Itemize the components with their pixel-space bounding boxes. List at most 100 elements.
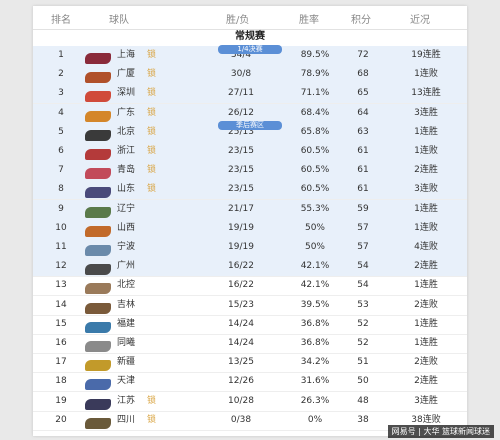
points-cell: 64 bbox=[357, 107, 369, 118]
streak-cell: 2连败 bbox=[414, 357, 438, 368]
team-name: 山东 bbox=[117, 184, 136, 195]
points-cell: 48 bbox=[357, 395, 369, 406]
pct-cell: 42.1% bbox=[300, 261, 330, 272]
record-cell: 14/24 bbox=[228, 338, 254, 348]
table-row[interactable]: 7 青岛锁 23/15 60.5% 61 2连胜 bbox=[33, 161, 467, 182]
streak-cell: 3连胜 bbox=[414, 107, 438, 118]
points-cell: 63 bbox=[357, 126, 369, 137]
record-cell: 30/8 bbox=[230, 69, 252, 80]
rank-cell: 6 bbox=[58, 146, 64, 156]
team-logo-icon bbox=[85, 223, 111, 237]
rank-cell: 5 bbox=[58, 126, 64, 137]
table-row[interactable]: 6 浙江 锁 23/15 60.5% 61 1连败 bbox=[33, 142, 467, 162]
points-cell: 72 bbox=[357, 50, 369, 60]
table-row[interactable]: 11 宁波 19/19 50% 57 4连败 bbox=[33, 238, 467, 258]
header-team: 球队 bbox=[109, 15, 129, 26]
points-cell: 57 bbox=[357, 222, 369, 233]
record-cell: 10/28 bbox=[228, 395, 254, 406]
table-row[interactable]: 14 吉林 15/23 39.5% 53 2连败 bbox=[33, 296, 467, 316]
pct-cell: 55.3% bbox=[300, 203, 330, 214]
divider-playin: 季后赛区 bbox=[218, 121, 282, 130]
pct-cell: 36.8% bbox=[300, 338, 330, 348]
pct-cell: 68.4% bbox=[300, 107, 330, 118]
table-row[interactable]: 9 辽宁 21/17 55.3% 59 1连胜 bbox=[33, 199, 467, 220]
team-logo-icon bbox=[85, 376, 111, 391]
table-row[interactable]: 18 天津 12/26 31.6% 50 2连胜 bbox=[33, 372, 467, 393]
table-row[interactable]: 19 江苏锁 10/28 26.3% 48 3连胜 bbox=[33, 392, 467, 412]
streak-cell: 4连败 bbox=[414, 242, 438, 252]
team-name: 福建 bbox=[117, 318, 136, 329]
table-row[interactable]: 12 广州 16/22 42.1% 54 2连胜 bbox=[33, 257, 467, 278]
pct-cell: 78.9% bbox=[300, 69, 330, 80]
pct-cell: 50% bbox=[304, 222, 325, 233]
table-row[interactable]: 10 山西 19/19 50% 57 1连败 bbox=[33, 218, 467, 239]
record-cell: 14/24 bbox=[228, 318, 254, 329]
header-rank: 排名 bbox=[51, 15, 71, 26]
team-name: 宁波 bbox=[117, 242, 136, 252]
clinched-tag: 锁 bbox=[147, 184, 157, 195]
team-logo-icon bbox=[85, 338, 111, 352]
table-row[interactable]: 13 北控 16/22 42.1% 54 1连胜 bbox=[33, 276, 467, 297]
team-logo-icon bbox=[85, 242, 111, 256]
team-logo-icon bbox=[85, 300, 111, 314]
pct-cell: 36.8% bbox=[300, 318, 330, 329]
rank-cell: 16 bbox=[55, 338, 67, 348]
team-logo-icon bbox=[85, 204, 111, 218]
team-name: 辽宁 bbox=[117, 203, 136, 214]
clinched-tag: 锁 bbox=[147, 146, 157, 156]
rank-cell: 7 bbox=[58, 165, 64, 176]
clinched-tag: 锁 bbox=[147, 395, 157, 406]
team-logo-icon bbox=[85, 261, 111, 276]
rank-cell: 8 bbox=[58, 184, 64, 195]
table-row[interactable]: 2 广厦锁 30/8 78.9% 68 1连败 bbox=[33, 65, 467, 86]
divider-top: 1/4决赛 bbox=[218, 45, 282, 54]
pct-cell: 50% bbox=[304, 242, 325, 252]
points-cell: 61 bbox=[357, 146, 369, 156]
table-row[interactable]: 8 山东锁 23/15 60.5% 61 3连败 bbox=[33, 180, 467, 201]
table-row[interactable]: 3 深圳锁 27/11 71.1% 65 13连胜 bbox=[33, 84, 467, 105]
record-cell: 21/17 bbox=[228, 203, 254, 214]
streak-cell: 1连败 bbox=[414, 69, 438, 80]
clinched-tag: 锁 bbox=[147, 88, 157, 99]
clinched-tag: 锁 bbox=[147, 107, 157, 118]
rank-cell: 3 bbox=[58, 88, 64, 99]
record-cell: 0/38 bbox=[230, 414, 252, 425]
team-logo-icon bbox=[85, 146, 111, 160]
team-logo-icon bbox=[85, 127, 111, 141]
pct-cell: 65.8% bbox=[300, 126, 330, 137]
standings-card: 排名 球队 胜/负 胜率 积分 近况 常规赛 1 上海锁 34/4 89.5% 72 19… bbox=[33, 6, 467, 436]
table-row[interactable]: 17 新疆 13/25 34.2% 51 2连败 bbox=[33, 353, 467, 374]
team-name: 青岛 bbox=[117, 165, 136, 176]
table-row[interactable]: 15 福建 14/24 36.8% 52 1连胜 bbox=[33, 315, 467, 335]
record-cell: 23/15 bbox=[228, 184, 254, 195]
clinched-tag: 锁 bbox=[147, 126, 157, 137]
team-logo-icon bbox=[85, 50, 111, 64]
streak-cell: 38连败 bbox=[411, 414, 441, 425]
points-cell: 52 bbox=[357, 318, 369, 329]
streak-cell: 1连败 bbox=[414, 222, 438, 233]
streak-cell: 1连胜 bbox=[414, 126, 438, 137]
clinched-tag: 锁 bbox=[147, 414, 157, 425]
table-row[interactable]: 16 同曦 14/24 36.8% 52 1连胜 bbox=[33, 334, 467, 354]
watermark: 网易号 | 大华 篮球新闻球迷 bbox=[387, 425, 494, 438]
streak-cell: 13连胜 bbox=[411, 88, 441, 99]
record-cell: 23/15 bbox=[228, 165, 254, 176]
clinched-tag: 锁 bbox=[147, 50, 157, 60]
rank-cell: 10 bbox=[55, 222, 67, 233]
streak-cell: 1连败 bbox=[414, 146, 438, 156]
streak-cell: 2连胜 bbox=[414, 376, 438, 387]
rank-cell: 2 bbox=[58, 69, 64, 80]
streak-cell: 1连胜 bbox=[414, 338, 438, 348]
points-cell: 54 bbox=[357, 261, 369, 272]
team-name: 四川 bbox=[117, 414, 136, 425]
team-logo-icon bbox=[85, 396, 111, 410]
header-pct: 胜率 bbox=[299, 15, 319, 26]
team-name: 广厦 bbox=[117, 69, 136, 80]
rank-cell: 18 bbox=[55, 376, 67, 387]
rank-cell: 4 bbox=[58, 107, 64, 118]
team-name: 江苏 bbox=[117, 395, 136, 406]
season-title: 常规赛 bbox=[235, 31, 265, 42]
record-cell: 27/11 bbox=[228, 88, 254, 99]
pct-cell: 60.5% bbox=[300, 146, 330, 156]
team-name: 山西 bbox=[117, 222, 136, 233]
